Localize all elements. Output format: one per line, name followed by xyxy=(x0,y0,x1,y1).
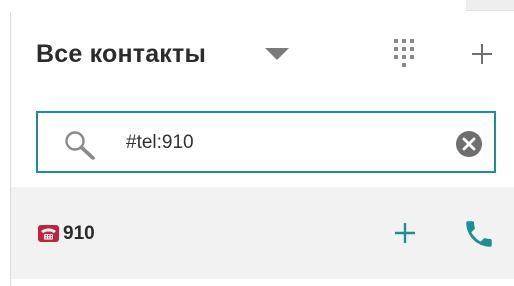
phone-badge-icon xyxy=(38,225,59,242)
clear-icon[interactable] xyxy=(456,131,482,157)
page-title: Все контакты xyxy=(36,40,207,68)
call-icon[interactable] xyxy=(461,217,497,251)
search-icon xyxy=(65,131,95,160)
dialpad-icon[interactable] xyxy=(391,38,417,72)
search-box[interactable] xyxy=(36,111,496,173)
dropdown-arrow-icon[interactable] xyxy=(264,46,290,62)
top-corner-panel xyxy=(466,0,514,11)
top-strip xyxy=(0,0,514,12)
contact-number: 910 xyxy=(63,223,95,244)
contacts-header: Все контакты xyxy=(36,30,506,80)
search-input[interactable] xyxy=(126,127,426,159)
add-icon[interactable] xyxy=(394,222,416,244)
contact-result-row[interactable]: 910 xyxy=(11,187,514,279)
add-icon[interactable] xyxy=(470,42,494,66)
